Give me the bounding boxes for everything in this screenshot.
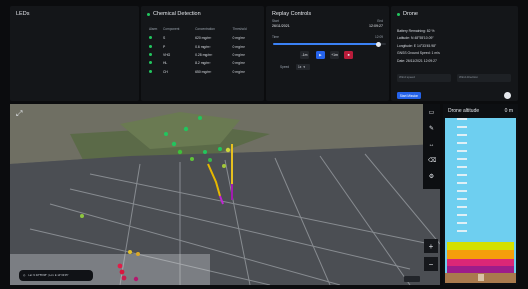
table-row: HL 8.2 mg/m³ 0 mg/m³ bbox=[147, 59, 259, 67]
status-dot bbox=[397, 12, 400, 16]
fullscreen-icon[interactable]: ⤢ bbox=[16, 109, 22, 119]
table-row: VHG 0.28 mg/m³ 0 mg/m³ bbox=[147, 51, 259, 59]
alarm-indicator bbox=[148, 52, 152, 56]
altitude-band bbox=[447, 242, 514, 250]
rewind-button[interactable]: -1m bbox=[299, 51, 309, 59]
timeline-slider[interactable] bbox=[272, 41, 386, 47]
drone-telemetry: Battery Remaining: 82 % Latitude: N 48°5… bbox=[397, 28, 440, 65]
settings-toggle-button[interactable] bbox=[503, 92, 511, 99]
pen-icon[interactable]: ✎ bbox=[428, 126, 435, 133]
map-view[interactable] bbox=[10, 104, 440, 285]
replay-controls-panel: Replay Controls Start 26/11/2021 End 12:… bbox=[265, 6, 389, 101]
drone-marker-icon bbox=[478, 274, 484, 281]
column-header: Alarm bbox=[148, 27, 158, 31]
column-header: Concentration bbox=[195, 27, 215, 31]
alarm-indicator bbox=[148, 69, 152, 73]
component-cell: HL bbox=[162, 61, 168, 66]
altitude-band bbox=[447, 259, 514, 266]
longitude-text: Longitude: E 14°33'45.98" bbox=[397, 43, 437, 48]
concentration-cell: 620 mg/m³ bbox=[195, 36, 212, 41]
end-value: 12:09:27 bbox=[369, 24, 383, 28]
date-text: Date: 26/11/2021 12:09:27 bbox=[397, 58, 437, 63]
chemical-table: Alarm Component Concentration Threshold … bbox=[147, 26, 259, 76]
location-icon: ◎ bbox=[23, 274, 26, 277]
altitude-title: Drone altitude bbox=[448, 108, 480, 114]
component-cell: CH bbox=[162, 69, 168, 74]
ground-speed-text: GNSS Ground Speed: 1 m/s bbox=[397, 51, 440, 56]
speed-select[interactable]: 1x ▾ bbox=[295, 64, 310, 70]
time-label: Time bbox=[271, 35, 279, 39]
speed-value: 1x bbox=[297, 65, 302, 69]
chevron-down-icon: ▾ bbox=[303, 65, 305, 69]
replay-title: Replay Controls bbox=[271, 11, 312, 17]
chemical-detection-panel: Chemical Detection Alarm Component Conce… bbox=[140, 6, 264, 101]
component-cell: VHG bbox=[162, 52, 171, 57]
trash-icon[interactable]: ⌫ bbox=[428, 158, 436, 165]
coordinate-readout: ◎ Lat: N 48°55'08" | Lon: E 14°33'45" bbox=[19, 270, 93, 281]
leds-panel: LEDs bbox=[10, 6, 139, 101]
altitude-band bbox=[447, 250, 514, 259]
altitude-ladder bbox=[457, 118, 467, 238]
concentration-cell: 0.6 mg/m³ bbox=[195, 44, 211, 49]
battery-text: Battery Remaining: 82 % bbox=[397, 29, 435, 33]
ruler-icon[interactable]: ↔ bbox=[428, 142, 435, 149]
zoom-out-button[interactable]: − bbox=[424, 257, 438, 271]
concentration-cell: 650 mg/m³ bbox=[195, 69, 212, 74]
altitude-band bbox=[447, 266, 514, 273]
scale-bar bbox=[404, 276, 420, 282]
table-row: CH 650 mg/m³ 0 mg/m³ bbox=[147, 68, 259, 76]
end-label: End bbox=[377, 19, 383, 23]
threshold-cell: 0 mg/m³ bbox=[232, 52, 245, 57]
drone-panel: Drone Battery Remaining: 82 % Latitude: … bbox=[391, 6, 518, 101]
map-scene bbox=[10, 104, 440, 285]
chemical-title: Chemical Detection bbox=[152, 11, 201, 17]
altitude-gauge bbox=[445, 118, 516, 283]
play-button[interactable]: ▶ bbox=[315, 51, 325, 59]
threshold-cell: 0 mg/m³ bbox=[232, 69, 245, 74]
map-toolbar: ▭ ✎ ↔ ⌫ ⚙ bbox=[423, 104, 440, 189]
wind-speed-input[interactable]: Wind speed bbox=[397, 74, 451, 82]
start-label: Start bbox=[271, 19, 279, 23]
leds-title: LEDs bbox=[16, 11, 30, 17]
table-row: P 0.6 mg/m³ 0 mg/m³ bbox=[147, 42, 259, 50]
settings-icon[interactable]: ⚙ bbox=[428, 174, 435, 181]
coordinate-text: Lat: N 48°55'08" | Lon: E 14°33'45" bbox=[28, 274, 69, 277]
component-cell: S bbox=[162, 36, 166, 41]
wind-direction-input[interactable]: Wind direction bbox=[457, 74, 511, 82]
start-value: 26/11/2021 bbox=[271, 24, 290, 28]
speed-label: Speed bbox=[279, 65, 290, 69]
table-row: S 620 mg/m³ 0 mg/m³ bbox=[147, 34, 259, 42]
column-header: Threshold bbox=[232, 27, 247, 31]
drone-title: Drone bbox=[403, 11, 418, 17]
timeline-progress bbox=[272, 43, 379, 45]
concentration-cell: 8.2 mg/m³ bbox=[195, 61, 211, 66]
alarm-indicator bbox=[148, 36, 152, 40]
folder-icon[interactable]: ▭ bbox=[428, 110, 435, 117]
stop-button[interactable]: ■ bbox=[343, 51, 353, 59]
status-dot bbox=[146, 12, 150, 16]
timeline-handle[interactable] bbox=[375, 41, 381, 47]
time-value: 12:09 bbox=[375, 35, 383, 39]
threshold-cell: 0 mg/m³ bbox=[232, 44, 245, 49]
start-mission-button[interactable]: Start Mission bbox=[397, 92, 421, 99]
threshold-cell: 0 mg/m³ bbox=[232, 61, 245, 66]
forward-button[interactable]: +1m bbox=[329, 51, 339, 59]
alarm-indicator bbox=[148, 61, 152, 65]
alarm-indicator bbox=[148, 44, 152, 48]
column-header: Component bbox=[162, 27, 180, 31]
threshold-cell: 0 mg/m³ bbox=[232, 36, 245, 41]
drone-altitude-panel: Drone altitude 0 m bbox=[443, 104, 518, 285]
component-cell: P bbox=[162, 44, 166, 49]
zoom-in-button[interactable]: + bbox=[424, 239, 438, 253]
concentration-cell: 0.28 mg/m³ bbox=[195, 52, 213, 57]
latitude-text: Latitude: N 48°55'10.09" bbox=[397, 36, 434, 41]
altitude-value: 0 m bbox=[504, 108, 513, 114]
